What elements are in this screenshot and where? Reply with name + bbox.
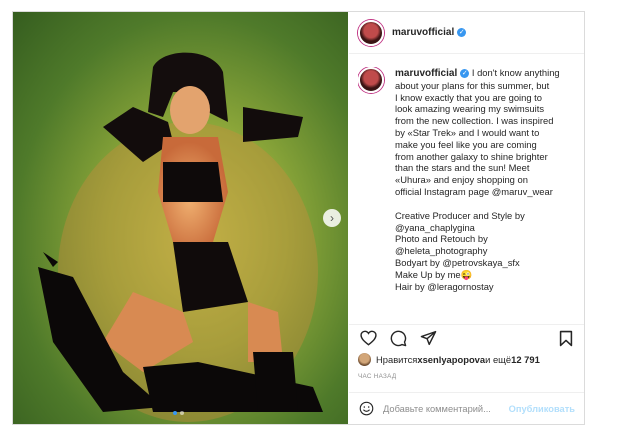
liker-username[interactable]: xsenlyapopova [417,354,485,365]
post-header: maruvofficial ✓ [349,12,584,54]
caption-line: about your plans for this summer, but [395,79,550,91]
like-button[interactable] [358,328,378,348]
likes-middle: и ещё [485,353,512,365]
likes-summary: Нравится xsenlyapopova и ещё 12 791 [358,352,540,366]
caption-line: «Uhura» and enjoy shopping on [395,174,528,186]
credit-line: @yana_chaplygina [395,221,475,233]
caption-line: I know exactly that you are going to [395,91,542,103]
likes-prefix: Нравится [376,353,418,365]
heart-icon [359,330,377,346]
post-side-panel: maruvofficial ✓ maruvofficial ✓ I don't k… [349,12,584,424]
photo-subject [38,52,323,422]
avatar[interactable] [358,19,384,46]
instagram-post: › maruvofficial ✓ maruvofficial ✓ I don't… [12,11,585,425]
paper-plane-icon [420,330,436,346]
caption-line: look amazing wearing my swimsuits [395,103,545,115]
header-username[interactable]: maruvofficial [392,27,454,38]
credit-line: Photo and Retouch by [395,233,488,245]
post-timestamp[interactable]: ЧАС НАЗАД [358,373,396,380]
caption-avatar[interactable] [358,67,384,93]
comment-input[interactable]: Добавьте комментарий... [383,404,509,414]
next-photo-button[interactable]: › [323,209,341,227]
action-bar [358,327,576,349]
caption-line: from another galaxy to shine brighter [395,150,548,162]
caption-username[interactable]: maruvofficial [395,68,457,79]
caption-line: from the new collection. I was inspired [395,115,554,127]
credit-line: Creative Producer and Style by [395,209,525,221]
carousel-dot-active [173,411,177,415]
post-caption: maruvofficial ✓ I don't know anything abo… [358,67,578,325]
smiley-icon [359,401,373,416]
comment-button[interactable] [388,328,408,348]
emoji-button[interactable] [358,401,374,417]
publish-button[interactable]: Опубликовать [509,404,575,414]
liker-avatar[interactable] [358,352,371,366]
save-button[interactable] [556,328,576,348]
caption-line: than the stars and the sun! Meet [395,162,530,174]
comment-bubble-icon [390,330,406,346]
caption-line: by «Star Trek» and I would want to [395,126,540,138]
post-photo[interactable]: › [13,12,348,424]
chevron-right-icon: › [330,211,334,225]
comment-form: Добавьте комментарий... Опубликовать [349,393,584,424]
credit-line: Bodyart by @petrovskaya_sfx [395,256,520,268]
likes-count[interactable]: 12 791 [511,354,540,365]
bookmark-icon [559,330,573,346]
share-button[interactable] [418,328,438,348]
verified-badge-icon: ✓ [457,28,467,37]
caption-text: maruvofficial ✓ I don't know anything abo… [395,67,578,198]
carousel-dot [180,411,184,415]
caption-line: make you feel like you are coming [395,138,537,150]
credit-line: @heleta_photography [395,245,488,257]
caption-credits: Creative Producer and Style by @yana_cha… [395,210,578,293]
caption-line: I don't know anything [469,67,560,78]
carousel-indicator [173,411,184,415]
caption-line: official Instagram page @maruv_wear [395,185,553,197]
divider [349,324,584,325]
verified-badge-icon: ✓ [460,69,470,79]
credit-line: Make Up by me😜 [395,268,473,280]
credit-line: Hair by @leragornostay [395,280,494,292]
